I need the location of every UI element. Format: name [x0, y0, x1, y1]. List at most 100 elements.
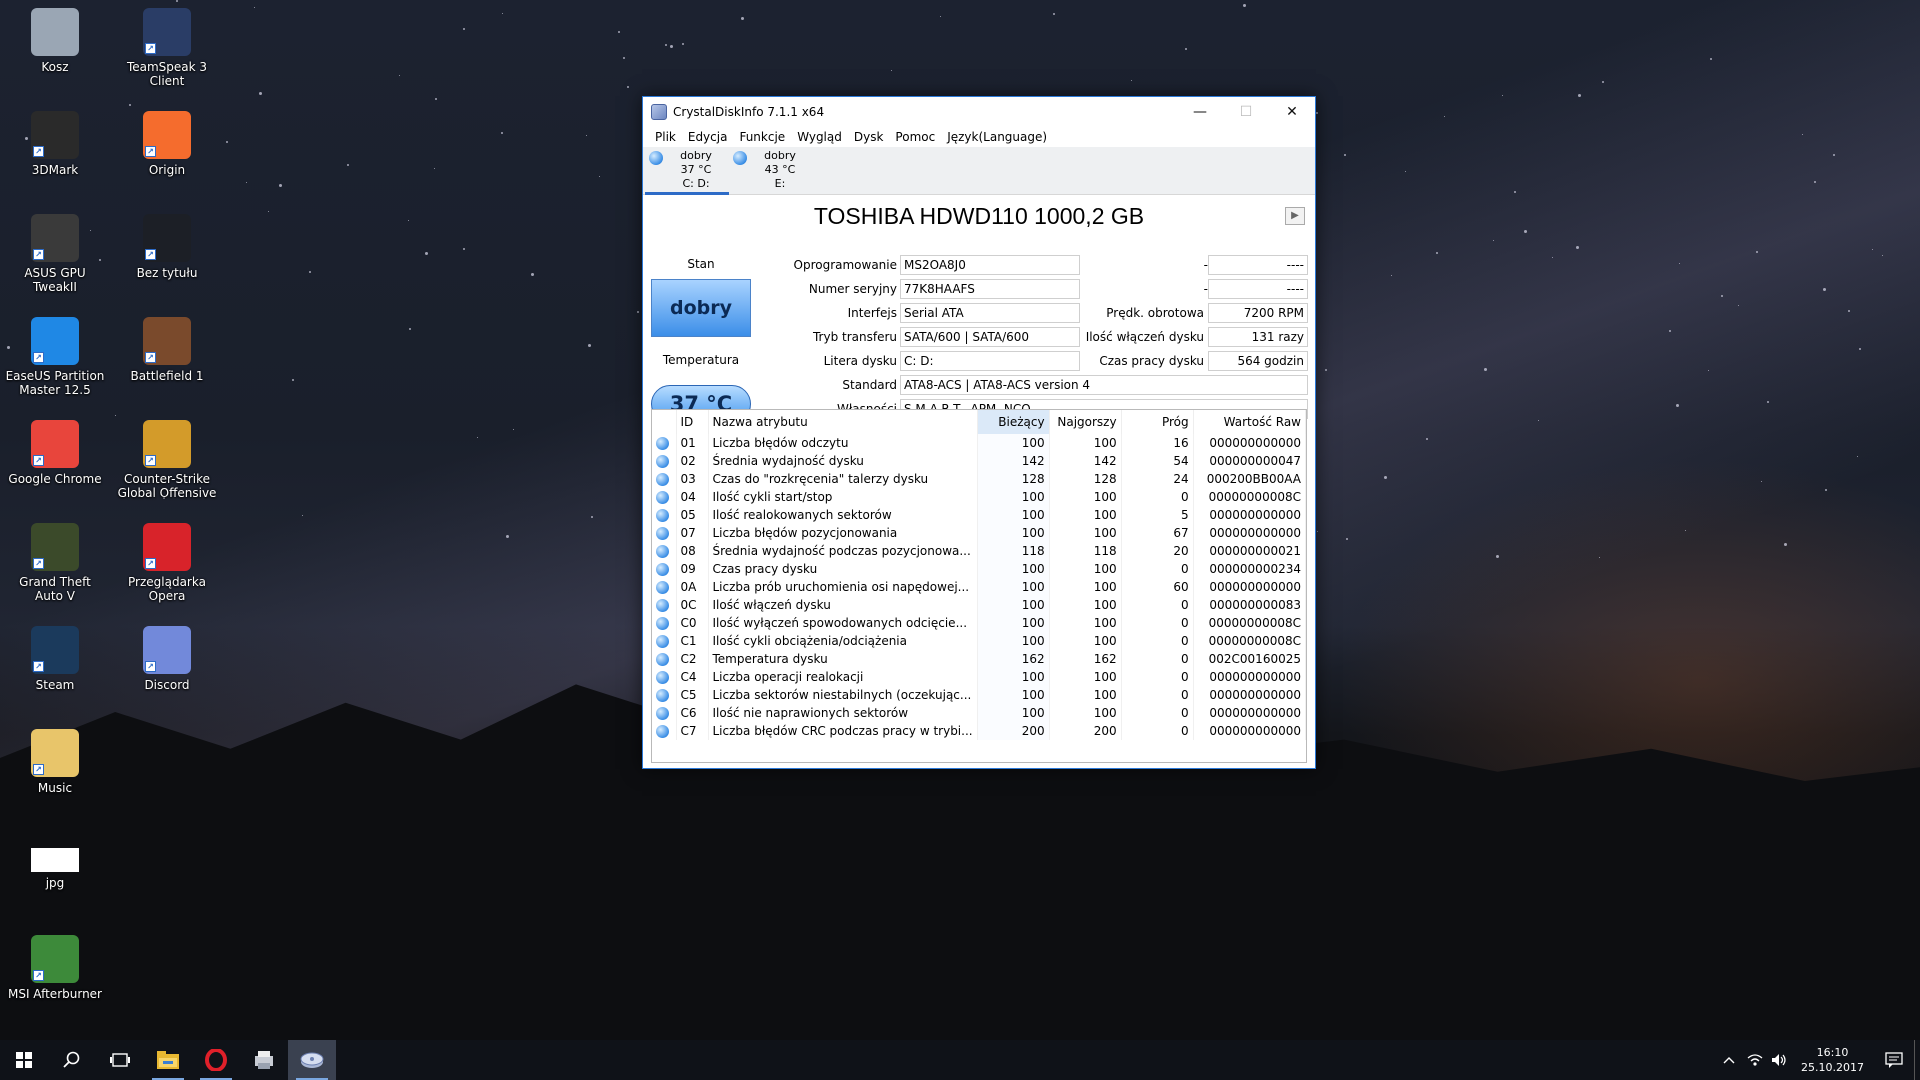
smart-row[interactable]: C2 Temperatura dysku 162 162 0 002C00160025 — [652, 650, 1307, 668]
desktop-icon-steam[interactable]: ↗ Steam — [4, 626, 106, 692]
desktop-icon-teamspeak[interactable]: ↗ TeamSpeak 3 Client — [116, 8, 218, 88]
smart-row[interactable]: C7 Liczba błędów CRC podczas pracy w tryb… — [652, 722, 1307, 740]
star — [891, 70, 892, 71]
minimize-button[interactable]: — — [1177, 97, 1223, 127]
desktop-icon-3dmark[interactable]: ↗ 3DMark — [4, 111, 106, 177]
desktop-icon-recycle-bin[interactable]: Kosz — [4, 8, 106, 74]
desktop-icon-blank-file[interactable]: jpg — [4, 832, 106, 890]
desktop-icon-untitled-image[interactable]: ↗ Bez tytułu — [116, 214, 218, 280]
smart-row[interactable]: 04 Ilość cykli start/stop 100 100 0 000000000… — [652, 488, 1307, 506]
smart-row[interactable]: 0C Ilość włączeń dysku 100 100 0 000000000083 — [652, 596, 1307, 614]
smart-current: 142 — [977, 452, 1050, 470]
clock[interactable]: 16:10 25.10.2017 — [1791, 1045, 1874, 1075]
star — [1316, 112, 1318, 114]
smart-row[interactable]: 08 Średnia wydajność podczas pozycjonowa.… — [652, 542, 1307, 560]
volume-button[interactable] — [1767, 1040, 1791, 1080]
disk-header: TOSHIBA HDWD110 1000,2 GB ▶ — [643, 195, 1315, 237]
star — [1576, 246, 1579, 249]
next-disk-button[interactable]: ▶ — [1285, 207, 1305, 225]
smart-worst: 200 — [1049, 722, 1122, 740]
task-view-button[interactable] — [96, 1040, 144, 1080]
menu-theme[interactable]: Wygląd — [791, 130, 848, 144]
desktop-icon-csgo[interactable]: ↗ Counter-Strike Global Offensive — [116, 420, 218, 500]
taskbar-file-explorer[interactable] — [144, 1040, 192, 1080]
network-button[interactable] — [1743, 1040, 1767, 1080]
title-bar[interactable]: CrystalDiskInfo 7.1.1 x64 — ☐ ✕ — [643, 97, 1315, 127]
col-attribute-name[interactable]: Nazwa atrybutu — [708, 410, 978, 434]
taskbar-crystaldiskinfo[interactable] — [288, 1040, 336, 1080]
col-status[interactable] — [652, 410, 677, 434]
desktop-icon-opera[interactable]: ↗ Przeglądarka Opera — [116, 523, 218, 603]
health-good-icon — [656, 437, 669, 450]
desktop-icon-chrome[interactable]: ↗ Google Chrome — [4, 420, 106, 486]
search-button[interactable] — [48, 1040, 96, 1080]
star — [254, 7, 255, 8]
menu-language[interactable]: Język(Language) — [941, 130, 1053, 144]
smart-row[interactable]: 05 Ilość realokowanych sektorów 100 100 5 000… — [652, 506, 1307, 524]
smart-threshold: 54 — [1121, 452, 1194, 470]
star — [1784, 543, 1787, 546]
col-worst[interactable]: Najgorszy — [1049, 410, 1122, 434]
printer-app-icon — [255, 1051, 273, 1069]
col-threshold[interactable]: Próg — [1121, 410, 1194, 434]
smart-current: 100 — [977, 632, 1050, 650]
desktop-icon-msi-afterburner[interactable]: ↗ MSI Afterburner — [4, 935, 106, 1001]
smart-row[interactable]: C5 Liczba sektorów niestabilnych (oczekuj… — [652, 686, 1307, 704]
menu-file[interactable]: Plik — [649, 130, 682, 144]
smart-row[interactable]: 0A Liczba prób uruchomienia osi napędowej… — [652, 578, 1307, 596]
smart-row[interactable]: 03 Czas do "rozkręcenia" talerzy dysku 128… — [652, 470, 1307, 488]
desktop-icon-asus-gpu-tweak[interactable]: ↗ ASUS GPU TweakII — [4, 214, 106, 294]
health-good-icon — [656, 455, 669, 468]
smart-row[interactable]: 07 Liczba błędów pozycjonowania 100 100 67 00… — [652, 524, 1307, 542]
maximize-button[interactable]: ☐ — [1223, 97, 1269, 127]
col-raw-value[interactable]: Wartość Raw — [1193, 410, 1307, 434]
drive-tab-c[interactable]: dobry 37 °C C: D: — [645, 147, 729, 195]
menu-help[interactable]: Pomoc — [889, 130, 941, 144]
star — [1756, 251, 1758, 253]
smart-row[interactable]: 09 Czas pracy dysku 100 100 0 000000000234 — [652, 560, 1307, 578]
star — [682, 43, 684, 45]
star — [425, 252, 428, 255]
start-button[interactable] — [0, 1040, 48, 1080]
smart-row[interactable]: C1 Ilość cykli obciążenia/odciążenia 100 10… — [652, 632, 1307, 650]
smart-row[interactable]: C6 Ilość nie naprawionych sektorów 100 100 0… — [652, 704, 1307, 722]
desktop-icon-label: Origin — [148, 163, 186, 177]
col-id[interactable]: ID — [676, 410, 709, 434]
taskbar-opera[interactable] — [192, 1040, 240, 1080]
smart-attribute-name: Liczba błędów CRC podczas pracy w trybi.… — [708, 722, 978, 740]
health-status-button[interactable]: dobry — [651, 279, 751, 337]
menu-disk[interactable]: Dysk — [848, 130, 890, 144]
desktop-icon-easeus[interactable]: ↗ EaseUS Partition Master 12.5 — [4, 317, 106, 397]
smart-row[interactable]: 01 Liczba błędów odczytu 100 100 16 000000000… — [652, 434, 1307, 452]
show-hidden-icons-button[interactable] — [1715, 1040, 1743, 1080]
star — [1185, 48, 1187, 50]
smart-worst: 100 — [1049, 632, 1122, 650]
desktop-icon-battlefield[interactable]: ↗ Battlefield 1 — [116, 317, 218, 383]
menu-edit[interactable]: Edycja — [682, 130, 734, 144]
smart-current: 100 — [977, 596, 1050, 614]
col-current[interactable]: Bieżący — [977, 410, 1050, 434]
show-desktop-button[interactable] — [1914, 1040, 1920, 1080]
desktop-icon-discord[interactable]: ↗ Discord — [116, 626, 218, 692]
star — [1602, 81, 1604, 83]
drive-tab-e[interactable]: dobry 43 °C E: — [729, 147, 813, 195]
close-button[interactable]: ✕ — [1269, 97, 1315, 127]
health-good-icon — [656, 563, 669, 576]
desktop-icon-origin[interactable]: ↗ Origin — [116, 111, 218, 177]
smart-row[interactable]: C0 Ilość wyłączeń spowodowanych odcięcie.… — [652, 614, 1307, 632]
smart-raw: 00000000008C — [1193, 632, 1307, 650]
star — [1502, 95, 1503, 96]
star — [1346, 538, 1348, 540]
desktop-icon-gta[interactable]: ↗ Grand Theft Auto V — [4, 523, 106, 603]
menu-function[interactable]: Funkcje — [733, 130, 791, 144]
desktop-icon-label: TeamSpeak 3 Client — [126, 60, 208, 88]
star — [1384, 476, 1387, 479]
action-center-button[interactable] — [1874, 1040, 1914, 1080]
easeus-icon: ↗ — [31, 317, 79, 365]
taskbar-app-printer[interactable] — [240, 1040, 288, 1080]
smart-row[interactable]: 02 Średnia wydajność dysku 142 142 54 0000000… — [652, 452, 1307, 470]
star — [409, 328, 411, 330]
smart-row[interactable]: C4 Liczba operacji realokacji 100 100 0 00000… — [652, 668, 1307, 686]
star — [599, 176, 600, 177]
desktop-icon-music-folder[interactable]: ↗ Music — [4, 729, 106, 795]
